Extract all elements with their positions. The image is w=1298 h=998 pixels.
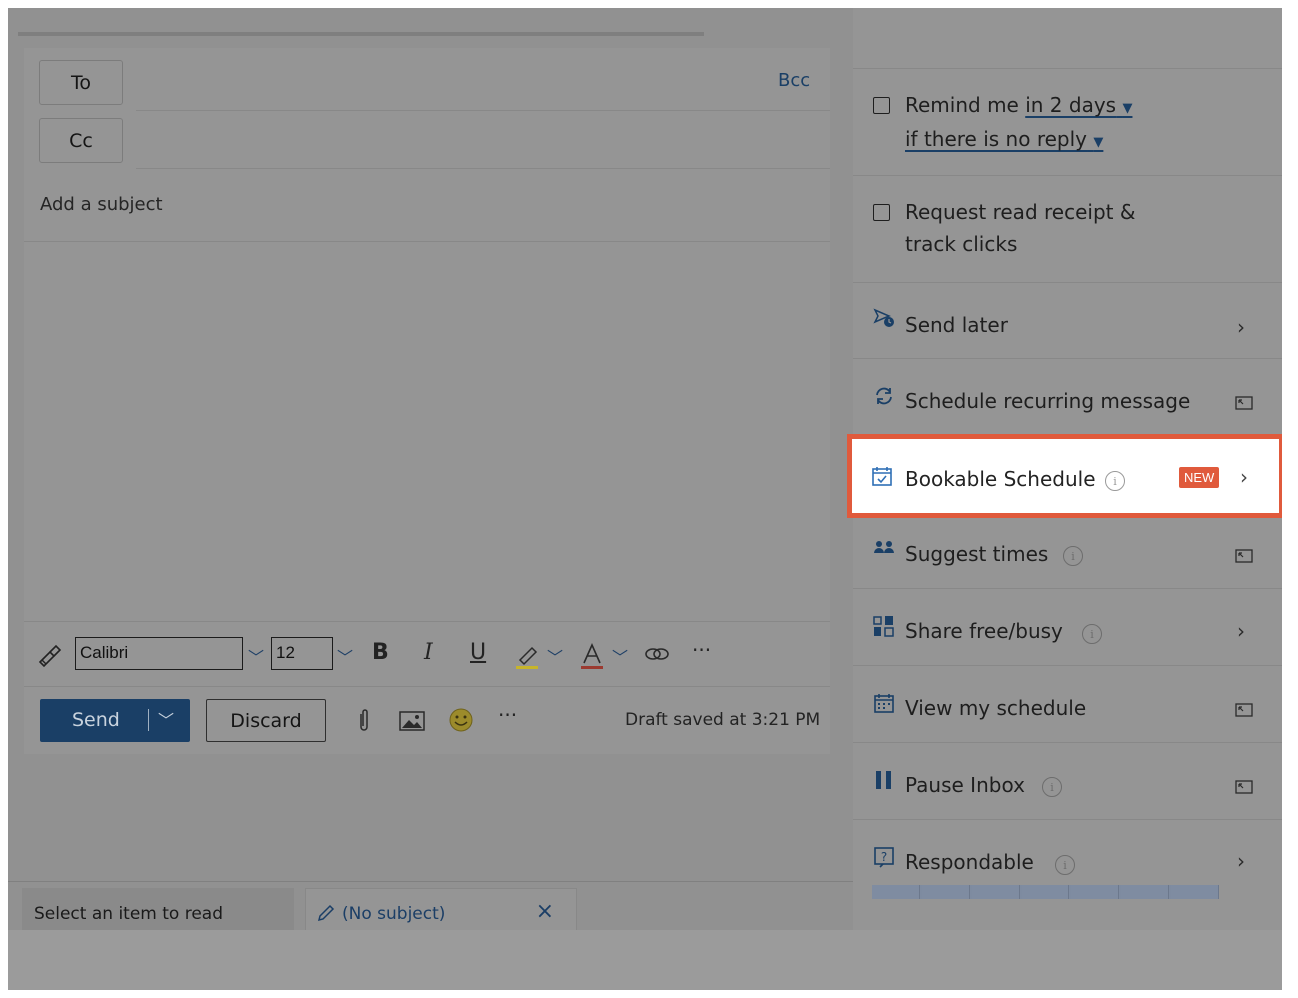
question-icon: ? [874, 847, 894, 868]
share-calendar-icon [873, 616, 894, 637]
send-later-icon [873, 308, 894, 327]
chevron-right-icon: › [1237, 849, 1245, 873]
caret-down-icon: ▼ [1093, 135, 1104, 150]
svg-text:?: ? [881, 850, 887, 864]
insert-picture-icon[interactable] [399, 711, 425, 731]
view-my-schedule-row[interactable]: View my schedule [853, 666, 1282, 742]
read-receipt-row[interactable]: Request read receipt & track clicks [853, 176, 1282, 282]
remind-condition-dropdown[interactable]: if there is no reply ▼ [905, 127, 1103, 151]
people-icon [874, 541, 894, 553]
respondable-row[interactable]: ? Respondable i › [853, 820, 1282, 890]
bold-icon[interactable]: B [372, 640, 389, 665]
remind-me-prefix: Remind me [905, 93, 1026, 117]
emoji-icon[interactable] [448, 707, 474, 733]
open-external-icon [1235, 549, 1253, 563]
view-my-schedule-label: View my schedule [905, 696, 1087, 720]
bookable-schedule-row[interactable]: Bookable Schedule i NEW › [847, 434, 1282, 518]
font-name-chevron-icon[interactable]: ﹀ [248, 644, 264, 668]
highlight-icon[interactable] [514, 642, 540, 670]
more-formatting-icon[interactable]: ··· [692, 638, 711, 662]
open-external-icon [1235, 703, 1253, 717]
share-free-busy-label: Share free/busy [905, 619, 1063, 643]
bcc-link[interactable]: Bcc [778, 70, 810, 91]
compose-pane: To Cc Bcc Add a subject Calibri ﹀ 12 ﹀ B… [8, 8, 853, 990]
pencil-icon [317, 904, 335, 922]
bottom-background [8, 930, 1282, 990]
calendar-icon [874, 694, 894, 713]
italic-icon[interactable]: I [424, 640, 433, 665]
remind-duration-dropdown[interactable]: in 2 days ▼ [1025, 93, 1132, 117]
remind-condition-label: if there is no reply [905, 127, 1088, 151]
remind-me-text: Remind me in 2 days ▼ [905, 93, 1132, 117]
caret-down-icon: ▼ [1122, 101, 1133, 116]
respondable-label: Respondable [905, 850, 1034, 874]
pause-inbox-label: Pause Inbox [905, 773, 1025, 797]
link-icon[interactable] [644, 644, 670, 664]
schedule-recurring-label: Schedule recurring message [905, 389, 1191, 413]
remind-duration-label: in 2 days [1025, 93, 1117, 117]
share-free-busy-row[interactable]: Share free/busy i › [853, 589, 1282, 665]
draft-status: Draft saved at 3:21 PM [625, 710, 821, 730]
info-icon[interactable]: i [1082, 624, 1102, 644]
read-receipt-checkbox[interactable] [873, 204, 890, 221]
tabs-divider [8, 881, 853, 882]
chevron-right-icon: › [1240, 465, 1248, 489]
toolbar-divider [24, 621, 830, 622]
bookable-schedule-label: Bookable Schedule [905, 467, 1096, 491]
font-size-chevron-icon[interactable]: ﹀ [337, 644, 353, 668]
remind-me-row: Remind me in 2 days ▼ if there is no rep… [853, 69, 1282, 175]
schedule-recurring-row[interactable]: Schedule recurring message [853, 359, 1282, 434]
suggest-times-label: Suggest times [905, 542, 1049, 566]
top-divider [18, 32, 704, 36]
send-later-label: Send later [905, 313, 1008, 337]
read-receipt-line1: Request read receipt & [905, 200, 1136, 224]
suggest-times-row[interactable]: Suggest times i [853, 512, 1282, 588]
to-button[interactable]: To [39, 60, 123, 105]
format-painter-icon[interactable] [36, 642, 62, 668]
open-external-icon [1235, 396, 1253, 410]
to-divider [136, 110, 830, 111]
cc-divider [136, 168, 830, 169]
info-icon[interactable]: i [1063, 546, 1083, 566]
pause-icon [876, 771, 891, 789]
close-icon[interactable]: × [536, 899, 554, 924]
font-color-chevron-icon[interactable]: ﹀ [612, 644, 628, 668]
font-name-input[interactable]: Calibri [75, 637, 243, 670]
send-button-separator [148, 709, 149, 731]
pause-inbox-row[interactable]: Pause Inbox i [853, 743, 1282, 819]
info-icon[interactable]: i [1105, 471, 1125, 491]
send-button-label: Send [72, 709, 120, 731]
chevron-right-icon: › [1237, 315, 1245, 339]
read-receipt-line2: track clicks [905, 232, 1018, 256]
cc-button[interactable]: Cc [39, 118, 123, 163]
tab-read-item-label: Select an item to read [34, 904, 224, 924]
calendar-check-icon [872, 467, 892, 486]
highlight-chevron-icon[interactable]: ﹀ [547, 644, 563, 668]
attach-icon[interactable] [356, 708, 372, 734]
action-divider [24, 686, 830, 687]
info-icon[interactable]: i [1042, 777, 1062, 797]
open-external-icon [1235, 780, 1253, 794]
panel-scrollbar[interactable] [872, 885, 1220, 899]
new-badge: NEW [1179, 467, 1220, 488]
discard-button[interactable]: Discard [206, 699, 326, 742]
send-button[interactable]: Send ﹀ [40, 699, 190, 742]
send-later-row[interactable]: Send later › [853, 283, 1282, 358]
font-size-input[interactable]: 12 [271, 637, 333, 670]
underline-icon[interactable]: U [470, 640, 486, 665]
message-body[interactable] [24, 242, 830, 620]
subject-input[interactable]: Add a subject [40, 194, 163, 215]
more-actions-icon[interactable]: ··· [498, 703, 517, 727]
chevron-right-icon: › [1237, 619, 1245, 643]
remind-me-checkbox[interactable] [873, 97, 890, 114]
recurring-icon [876, 387, 892, 405]
tab-draft-label: (No subject) [342, 904, 446, 924]
send-options-chevron-icon[interactable]: ﹀ [158, 707, 174, 731]
info-icon[interactable]: i [1055, 855, 1075, 875]
font-color-icon[interactable] [580, 642, 604, 670]
app-frame: To Cc Bcc Add a subject Calibri ﹀ 12 ﹀ B… [8, 8, 1282, 990]
